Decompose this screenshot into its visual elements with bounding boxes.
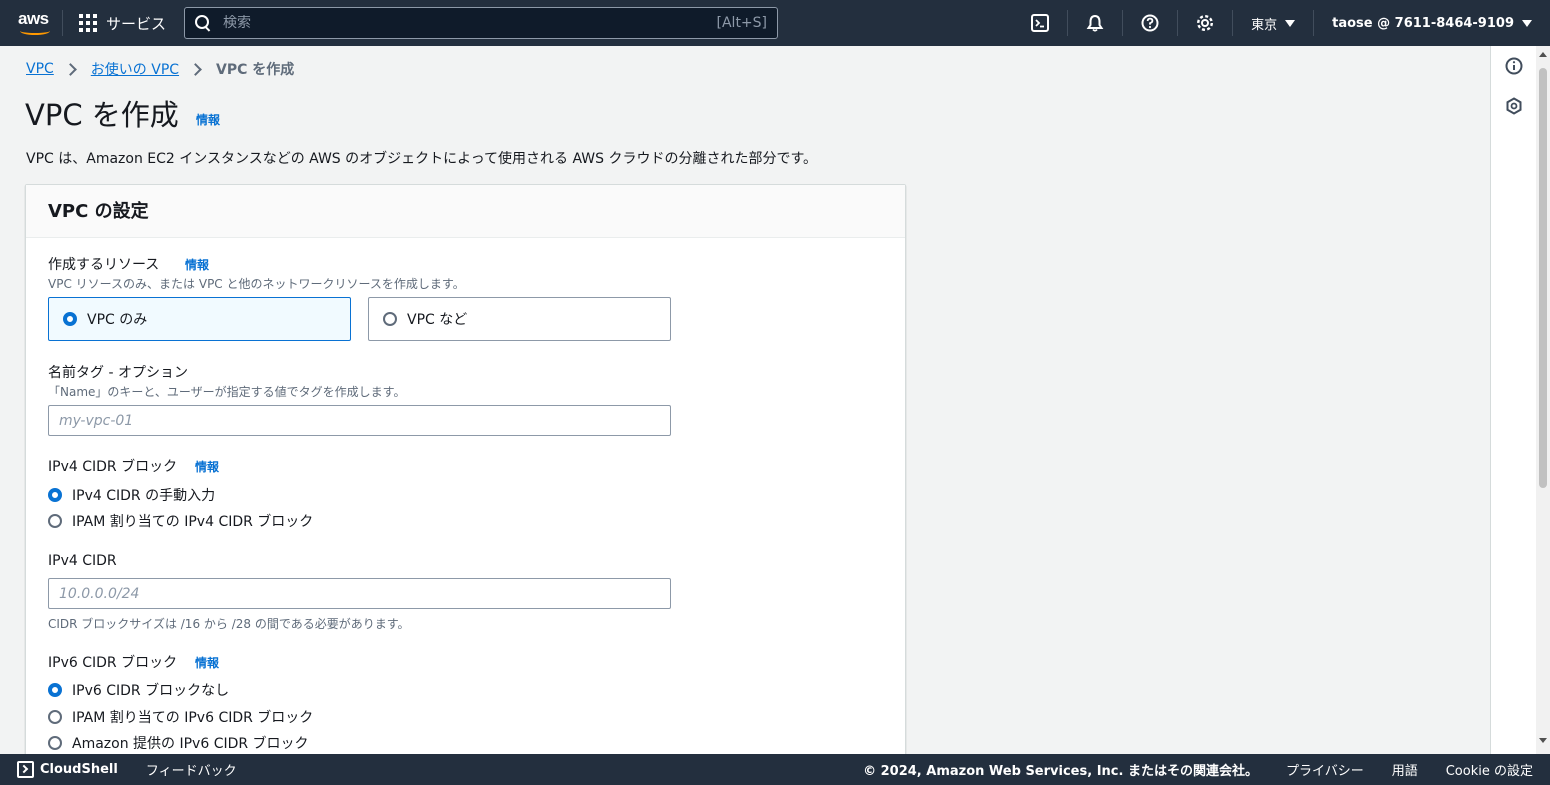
name-tag-description: 「Name」のキーと、ユーザーが指定する値でタグを作成します。 [48,385,406,399]
ipv4-cidr-hint: CIDR ブロックサイズは /16 から /28 の間である必要があります。 [48,617,410,631]
services-label: サービス [106,14,167,33]
ipv6-block-label: IPv6 CIDR ブロック [48,655,178,671]
cookie-settings-link[interactable]: Cookie の設定 [1446,760,1533,779]
radio-ipv4-ipam[interactable]: IPAM 割り当ての IPv4 CIDR ブロック [48,511,313,531]
services-grid-icon [79,14,97,32]
cloudshell-label: CloudShell [40,762,118,777]
radio-ipv6-none-label: IPv6 CIDR ブロックなし [72,683,230,699]
radio-unselected-icon [48,736,62,750]
ipv4-block-info-link[interactable]: 情報 [195,458,219,475]
search-shortcut-hint: [Alt+S] [716,15,768,31]
privacy-link[interactable]: プライバシー [1286,760,1364,779]
radio-unselected-icon [383,312,397,326]
footer-links: © 2024, Amazon Web Services, Inc. またはその関… [863,760,1533,779]
top-navigation: aws サービス [Alt+S] [0,0,1550,46]
search-bar[interactable]: [Alt+S] [184,7,779,39]
page-title: VPC を作成 [25,98,179,132]
radio-ipv6-none[interactable]: IPv6 CIDR ブロックなし [48,680,229,700]
region-label: 東京 [1251,17,1278,33]
terms-link[interactable]: 用語 [1392,760,1418,779]
chevron-right-icon [63,62,77,76]
search-icon [195,15,211,31]
panel-title: VPC の設定 [48,201,149,222]
radio-selected-icon [48,683,62,697]
radio-selected-icon [48,488,62,502]
account-menu[interactable]: taose @ 7611-8464-9109 [1314,16,1550,31]
radio-ipv4-ipam-label: IPAM 割り当ての IPv4 CIDR ブロック [72,514,314,530]
panel-header: VPC の設定 [26,185,905,238]
aws-logo-text: aws [18,9,49,28]
settings-gear-icon [1197,14,1214,32]
page-info-link[interactable]: 情報 [196,111,220,128]
name-tag-input[interactable] [48,405,671,436]
tile-vpc-only[interactable]: VPC のみ [48,297,351,341]
page-scrollbar[interactable] [1536,46,1550,754]
breadcrumb: VPC お使いの VPC VPC を作成 [26,59,294,79]
radio-ipv6-amazon-label: Amazon 提供の IPv6 CIDR ブロック [72,736,309,752]
tile-vpc-only-label: VPC のみ [87,312,148,328]
cloudshell-icon [17,761,34,778]
vpc-settings-panel: VPC の設定 作成するリソース 情報 VPC リソースのみ、または VPC と… [25,184,906,754]
info-icon [1505,57,1523,75]
ipv4-block-label: IPv4 CIDR ブロック [48,459,178,475]
ipv4-cidr-label: IPv4 CIDR [48,553,117,569]
caret-down-icon [1522,19,1532,27]
resources-label: 作成するリソース [48,257,160,273]
help-icon [1141,14,1159,32]
page-description: VPC は、Amazon EC2 インスタンスなどの AWS のオブジェクトによ… [26,151,818,167]
services-menu-button[interactable]: サービス [79,13,166,34]
nav-right: 東京 taose @ 7611-8464-9109 [1013,0,1550,46]
tile-vpc-and-more[interactable]: VPC など [368,297,671,341]
hexagon-shield-icon [1506,97,1522,115]
cloudshell-icon [1031,14,1050,32]
footer: CloudShell フィードバック © 2024, Amazon Web Se… [0,754,1550,785]
right-tools-panel [1490,46,1536,754]
region-selector[interactable]: 東京 [1233,14,1313,33]
feedback-link[interactable]: フィードバック [146,760,237,779]
radio-ipv6-ipam[interactable]: IPAM 割り当ての IPv6 CIDR ブロック [48,707,313,727]
cloudshell-button[interactable]: CloudShell [17,761,118,778]
chevron-right-icon [189,62,202,76]
notification-bell-icon [1086,14,1104,32]
help-button[interactable] [1123,0,1177,46]
breadcrumb-current: VPC を作成 [216,62,295,78]
search-input[interactable] [223,15,717,31]
ipv4-cidr-input[interactable] [48,578,671,609]
account-label: taose @ 7611-8464-9109 [1332,15,1514,31]
radio-ipv4-manual[interactable]: IPv4 CIDR の手動入力 [48,485,215,505]
security-panel-button[interactable] [1491,86,1537,126]
main-content: VPC お使いの VPC VPC を作成 VPC を作成 情報 VPC は、Am… [0,46,1490,754]
scroll-up-arrow-icon[interactable] [1539,52,1547,57]
radio-ipv6-ipam-label: IPAM 割り当ての IPv6 CIDR ブロック [72,710,314,726]
radio-ipv4-manual-label: IPv4 CIDR の手動入力 [72,488,216,504]
copyright-text: © 2024, Amazon Web Services, Inc. またはその関… [863,764,1258,779]
radio-unselected-icon [48,514,62,528]
ipv6-block-info-link[interactable]: 情報 [195,654,219,671]
aws-logo[interactable]: aws [14,0,62,46]
scroll-down-arrow-icon[interactable] [1539,738,1547,743]
resources-info-link[interactable]: 情報 [185,256,209,273]
breadcrumb-vpc-link[interactable]: VPC [26,61,54,77]
cloudshell-nav-button[interactable] [1013,0,1067,46]
caret-down-icon [1285,19,1296,27]
radio-unselected-icon [48,710,62,724]
scroll-thumb[interactable] [1539,68,1547,488]
aws-smile-icon [20,27,50,35]
notifications-button[interactable] [1068,0,1122,46]
radio-ipv6-amazon[interactable]: Amazon 提供の IPv6 CIDR ブロック [48,733,309,753]
info-panel-button[interactable] [1491,46,1537,86]
settings-button[interactable] [1178,0,1232,46]
name-tag-label: 名前タグ - オプション [48,365,188,381]
resources-description: VPC リソースのみ、または VPC と他のネットワークリソースを作成します。 [48,277,465,291]
radio-selected-icon [63,312,77,326]
tile-vpc-and-more-label: VPC など [407,312,468,328]
divider [62,10,63,36]
breadcrumb-your-vpcs-link[interactable]: お使いの VPC [91,59,179,79]
